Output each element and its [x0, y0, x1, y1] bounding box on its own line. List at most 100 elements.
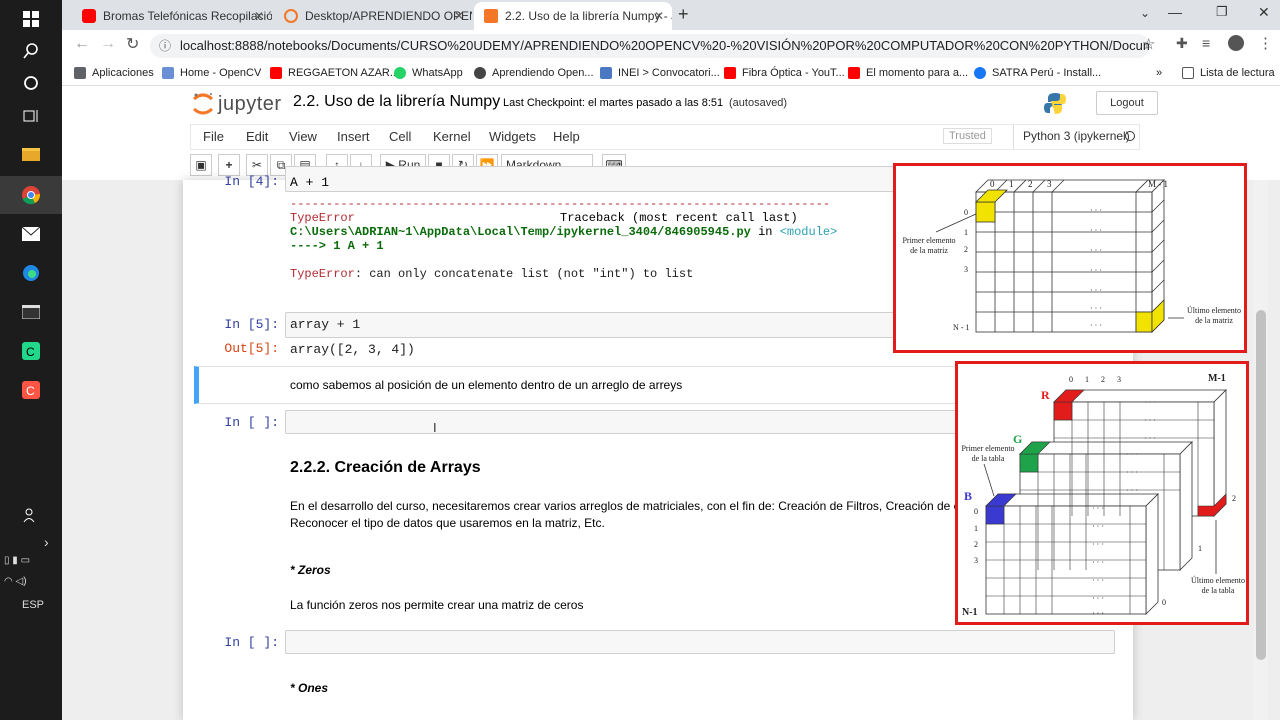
subheading-zeros: * Zeros — [290, 563, 331, 577]
row-label: 2 — [974, 540, 978, 549]
close-icon[interactable]: ✕ — [254, 9, 264, 23]
close-icon[interactable]: ✕ — [654, 9, 664, 23]
bookmark-item[interactable]: Home - OpenCV — [162, 64, 261, 82]
file-explorer-icon[interactable] — [0, 135, 62, 173]
minimize-icon[interactable]: — — [1168, 4, 1182, 20]
tab-search-icon[interactable]: ⌄ — [1140, 6, 1150, 20]
row-label: 3 — [974, 556, 978, 565]
logout-button[interactable]: Logout — [1096, 91, 1158, 115]
checkpoint-status: Last Checkpoint: el martes pasado a las … — [503, 97, 724, 109]
people-icon[interactable] — [0, 496, 62, 534]
ellipsis: · · · — [1092, 504, 1104, 513]
autosave-status: (autosaved) — [729, 97, 788, 109]
red-first-cell — [1053, 401, 1073, 421]
kernel-name[interactable]: Python 3 (ipykernel) — [1023, 129, 1130, 143]
ellipsis: · · · — [1090, 304, 1102, 313]
menu-cell[interactable]: Cell — [389, 129, 411, 144]
menu-kernel[interactable]: Kernel — [433, 129, 471, 144]
maximize-icon[interactable]: ❐ — [1216, 4, 1228, 20]
error-name: TypeError — [290, 211, 355, 225]
app-window-icon[interactable] — [0, 293, 62, 331]
back-icon[interactable]: ← — [74, 35, 90, 53]
label-line: de la tabla — [971, 454, 1005, 463]
code-text: array + 1 — [290, 317, 361, 332]
bookmarks-overflow[interactable]: » — [1156, 64, 1162, 82]
menu-edit[interactable]: Edit — [246, 129, 268, 144]
menu-view[interactable]: View — [289, 129, 317, 144]
col-label: 2 — [1101, 375, 1105, 384]
cut-icon[interactable]: ✂ — [246, 154, 268, 176]
row-label-last: N-1 — [962, 607, 978, 618]
info-icon[interactable]: ⓘ — [159, 34, 171, 58]
close-icon[interactable]: ✕ — [454, 9, 464, 23]
markdown-text: como sabemos al posición de un elemento … — [290, 378, 683, 392]
facebook-icon — [974, 67, 986, 79]
window-close-icon[interactable]: ✕ — [1258, 4, 1270, 21]
error-message: TypeError: can only concatenate list (no… — [290, 267, 693, 281]
jupyter-logo[interactable]: jupyter — [192, 92, 282, 116]
menu-kebab-icon[interactable]: ⋮ — [1258, 34, 1273, 52]
bookmark-item[interactable]: WhatsApp — [394, 64, 463, 82]
error-message-name: TypeError — [290, 267, 355, 281]
chevron-right-icon[interactable]: › — [44, 534, 49, 550]
menu-widgets[interactable]: Widgets — [489, 129, 536, 144]
language-indicator[interactable]: ESP — [22, 599, 44, 611]
notebook-menubar: File Edit View Insert Cell Kernel Widget… — [190, 124, 1140, 150]
clion-icon[interactable]: C — [0, 371, 62, 409]
bookmark-label: SATRA Perú - Install... — [992, 67, 1102, 79]
menu-file[interactable]: File — [203, 129, 224, 144]
browser-tab-active[interactable]: 2.2. Uso de la librería Numpy - Ju ✕ — [474, 2, 672, 30]
svg-text:C: C — [26, 384, 35, 398]
menu-insert[interactable]: Insert — [337, 129, 370, 144]
browser-tab-strip: Bromas Telefónicas Recopilación ✕ Deskto… — [62, 0, 1280, 30]
bookmark-item[interactable]: INEI > Convocatori... — [600, 64, 720, 82]
ellipsis: · · · — [1090, 206, 1102, 215]
ellipsis: · · · — [1092, 594, 1104, 603]
label-line: Primer elemento — [961, 444, 1015, 453]
reading-list-icon — [1182, 67, 1194, 79]
page-scrollbar[interactable] — [1254, 180, 1268, 720]
new-tab-icon[interactable]: + — [678, 4, 689, 25]
bookmark-star-icon[interactable]: ☆ — [1142, 35, 1155, 53]
bookmark-label: Fibra Óptica - YouT... — [742, 67, 845, 79]
browser-tab[interactable]: Desktop/APRENDIENDO OPENCV ✕ — [274, 2, 472, 30]
reload-icon[interactable]: ↻ — [126, 34, 139, 54]
notebook-title[interactable]: 2.2. Uso de la librería Numpy — [293, 93, 500, 111]
task-view-icon[interactable] — [0, 97, 62, 135]
extensions-icon[interactable]: ✚ — [1176, 35, 1188, 52]
channel-label-r: R — [1041, 388, 1050, 402]
bookmark-item[interactable]: REGGAETON AZAR... — [270, 64, 399, 82]
pycharm-ce-icon[interactable]: C — [0, 332, 62, 370]
traceback-divider: ----------------------------------------… — [290, 197, 831, 211]
reading-list-icon[interactable]: ≡ — [1202, 35, 1210, 51]
edge-icon[interactable] — [0, 254, 62, 292]
browser-tab[interactable]: Bromas Telefónicas Recopilación ✕ — [72, 2, 272, 30]
bookmark-item[interactable]: Aprendiendo Open... — [474, 64, 594, 82]
bookmark-item[interactable]: El momento para a... — [848, 64, 968, 82]
bookmark-label: El momento para a... — [866, 67, 969, 79]
system-tray-icons[interactable]: ▯ ▮ ▭ — [4, 555, 30, 566]
bookmark-item[interactable]: Fibra Óptica - YouT... — [724, 64, 845, 82]
scrollbar-thumb[interactable] — [1256, 310, 1266, 660]
chrome-icon[interactable] — [0, 176, 62, 214]
inei-icon — [600, 67, 612, 79]
bookmark-apps[interactable]: Aplicaciones — [74, 64, 154, 82]
address-bar[interactable]: ⓘ localhost:8888/notebooks/Documents/CUR… — [150, 34, 1150, 58]
volume-icon[interactable]: ◠ ◁) — [4, 576, 27, 587]
profile-avatar[interactable] — [1228, 35, 1244, 51]
label-line: de la matriz — [910, 246, 948, 255]
traceback-header: Traceback (most recent call last) — [560, 211, 798, 225]
menu-help[interactable]: Help — [553, 129, 580, 144]
save-icon[interactable]: ▣ — [190, 154, 212, 176]
trusted-badge[interactable]: Trusted — [943, 128, 992, 144]
insert-cell-icon[interactable]: + — [218, 154, 240, 176]
mail-icon[interactable] — [0, 215, 62, 253]
tab-title: Bromas Telefónicas Recopilación — [103, 9, 272, 23]
bookmark-item[interactable]: SATRA Perú - Install... — [974, 64, 1101, 82]
opencv-icon — [162, 67, 174, 79]
reading-list[interactable]: Lista de lectura — [1182, 64, 1275, 82]
row-label: 3 — [964, 265, 968, 274]
forward-icon[interactable]: → — [100, 35, 116, 53]
svg-text:C: C — [26, 345, 35, 359]
code-cell-input[interactable] — [285, 630, 1115, 654]
